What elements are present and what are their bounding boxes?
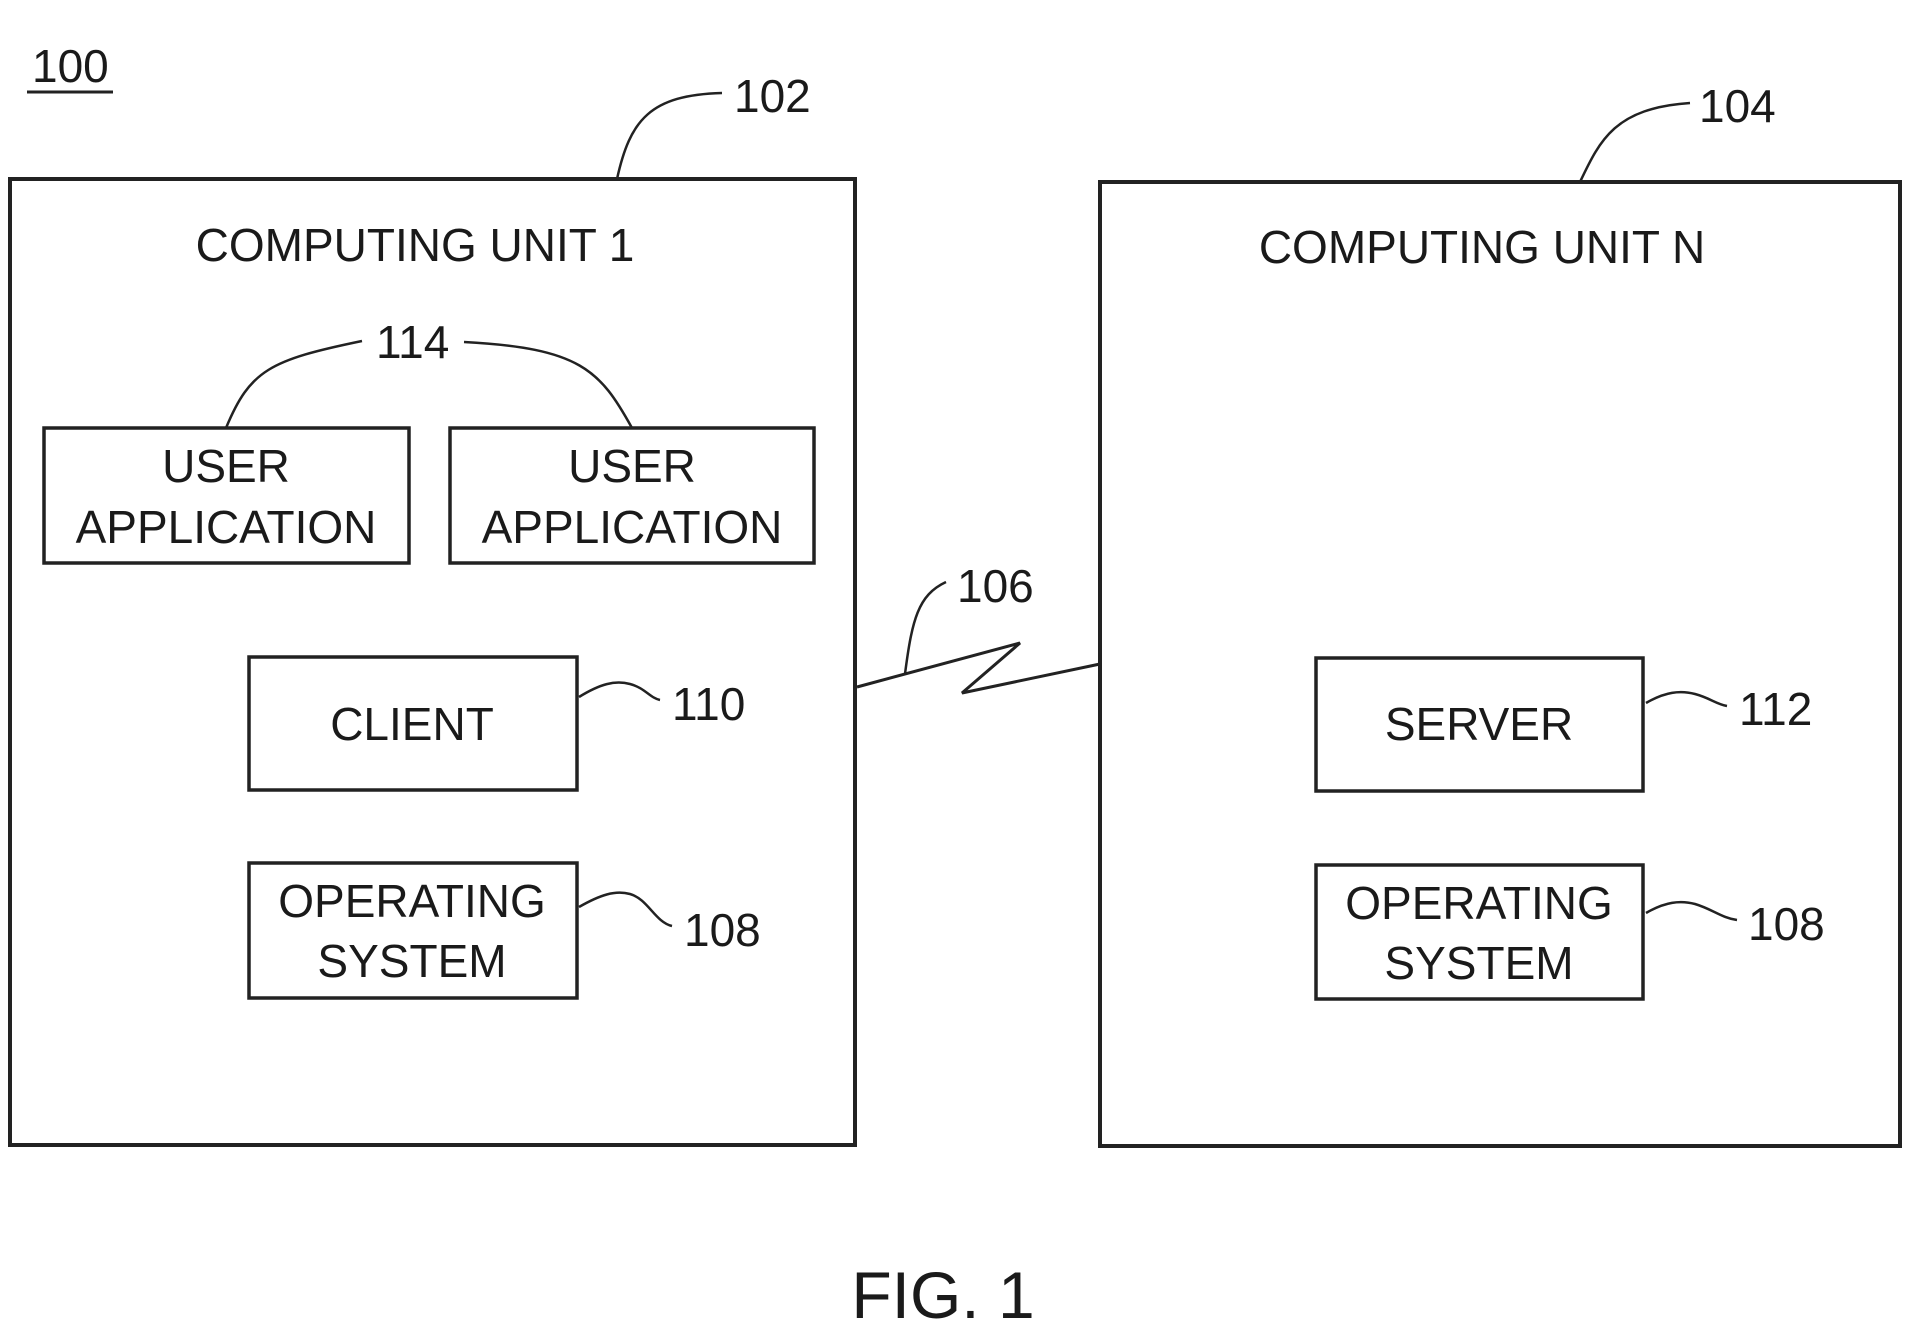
client-label: CLIENT <box>330 698 494 750</box>
computing-unit-n-title: COMPUTING UNIT N <box>1259 221 1705 273</box>
system-ref-label: 100 <box>32 40 109 92</box>
ref-102-label: 102 <box>734 70 811 122</box>
user-application-2: USER APPLICATION <box>448 426 816 565</box>
ref-104-leader <box>1578 101 1691 183</box>
ref-106-label: 106 <box>957 560 1034 612</box>
network-zigzag <box>856 641 1101 695</box>
ref-104-label: 104 <box>1699 80 1776 132</box>
operating-system-unit-1-line1: OPERATING <box>278 875 546 927</box>
user-application-1-line1: USER <box>162 440 290 492</box>
ref-108-label-unit-1: 108 <box>684 904 761 956</box>
computing-unit-1: COMPUTING UNIT 1 102 114 USER APPLICATIO… <box>8 70 857 1147</box>
user-application-1: USER APPLICATION <box>42 426 411 565</box>
ref-108-label-unit-n: 108 <box>1748 898 1825 950</box>
computing-unit-n: COMPUTING UNIT N 104 SERVER 112 OPERATIN… <box>1098 80 1902 1148</box>
ref-110-label: 110 <box>672 678 745 730</box>
network-link: 106 <box>856 560 1101 695</box>
ref-112-label: 112 <box>1739 683 1812 735</box>
user-application-2-line2: APPLICATION <box>482 501 783 553</box>
computing-unit-1-title: COMPUTING UNIT 1 <box>196 219 635 271</box>
user-application-1-line2: APPLICATION <box>76 501 377 553</box>
server-label: SERVER <box>1385 698 1573 750</box>
user-application-2-line1: USER <box>568 440 696 492</box>
ref-102-leader <box>615 91 723 180</box>
operating-system-unit-n-line2: SYSTEM <box>1384 937 1573 989</box>
figure-caption: FIG. 1 <box>851 1258 1034 1329</box>
operating-system-unit-n-line1: OPERATING <box>1345 877 1613 929</box>
ref-114-label: 114 <box>376 316 449 368</box>
ref-106-leader <box>903 580 947 675</box>
system-reference: 100 <box>27 40 113 94</box>
operating-system-unit-1-line2: SYSTEM <box>317 935 506 987</box>
system-diagram: 100 COMPUTING UNIT 1 102 114 USER APPLIC… <box>8 40 1902 1329</box>
